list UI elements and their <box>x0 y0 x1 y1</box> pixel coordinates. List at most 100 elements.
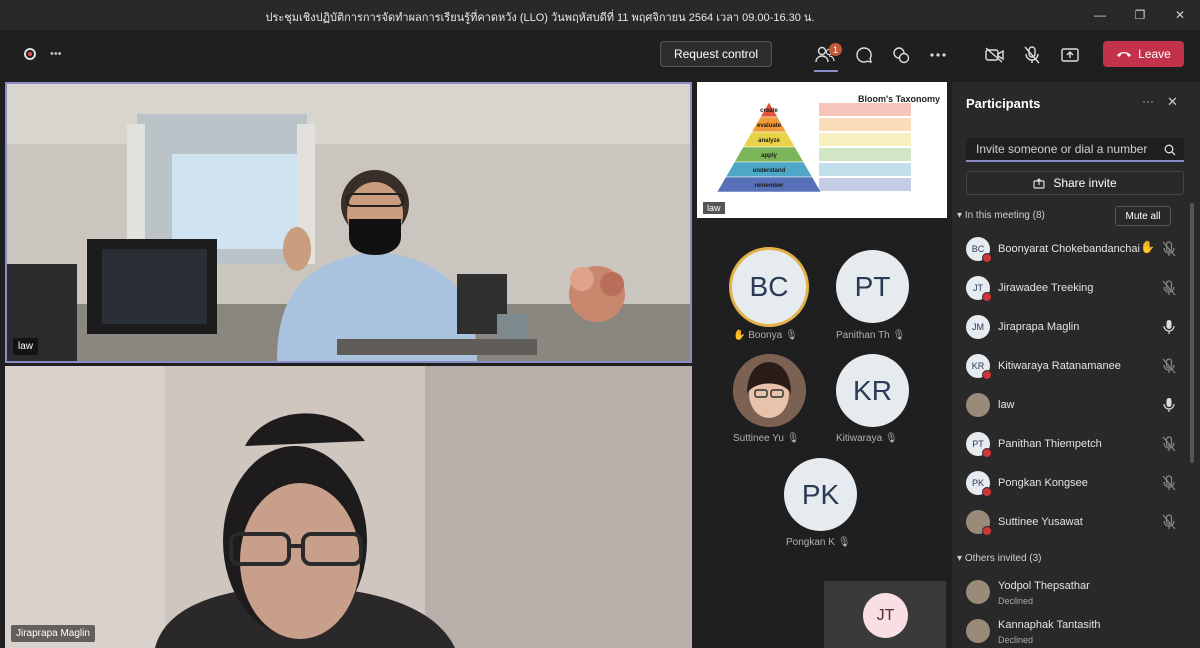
mic-on-icon <box>1162 319 1176 335</box>
recording-icon <box>24 48 36 60</box>
participant-row[interactable]: Suttinee Yusawat <box>966 506 1186 536</box>
participant-row[interactable]: KR Kitiwaraya Ratanamanee <box>966 350 1186 380</box>
participants-panel: Participants ··· ✕ Share invite ▾ In thi… <box>952 82 1200 648</box>
gallery-name-kr: Kitiwaraya 🎙 <box>836 433 898 444</box>
leave-label: Leave <box>1138 47 1171 61</box>
gallery-avatar-suttinee[interactable] <box>733 354 806 427</box>
invite-field[interactable] <box>966 138 1184 162</box>
participant-name: Panithan Thiempetch <box>998 438 1102 450</box>
gallery-name-suttinee: Suttinee Yu 🎙 <box>733 433 800 444</box>
participant-row[interactable]: PK Pongkan Kongsee <box>966 467 1186 497</box>
active-indicator <box>814 70 838 72</box>
mic-toggle-button[interactable] <box>1019 42 1045 68</box>
chat-icon <box>856 47 872 63</box>
mic-off-icon <box>1024 46 1040 64</box>
mic-off-icon: 🎙 <box>892 330 906 341</box>
slide-text-bar <box>819 103 911 116</box>
invited-row[interactable]: Kannaphak Tantasith Declined <box>966 615 1186 645</box>
maximize-button[interactable]: ❐ <box>1120 0 1160 30</box>
reactions-button[interactable] <box>888 42 914 68</box>
more-actions-button[interactable] <box>925 42 951 68</box>
invite-input[interactable] <box>966 138 1166 160</box>
pyramid-label: evaluate <box>757 123 782 129</box>
slide-text-bar <box>819 148 911 161</box>
gallery-avatar-kr[interactable]: KR <box>836 354 909 427</box>
invited-status: Declined <box>998 596 1034 606</box>
participant-row[interactable]: BC Boonyarat Chokebandanchai ✋ <box>966 233 1186 263</box>
tile-name-law: law <box>13 338 39 355</box>
share-tray-button[interactable] <box>1057 42 1083 68</box>
video-tile-law[interactable]: law <box>5 82 692 363</box>
title-bar: ประชุมเชิงปฏิบัติการการจัดทำผลการเรียนรู… <box>0 0 1200 30</box>
close-window-button[interactable]: ✕ <box>1160 0 1200 30</box>
invited-avatar <box>966 619 990 643</box>
gallery-avatar-bc[interactable]: BC <box>729 247 809 327</box>
video-frame-law <box>7 84 690 361</box>
gallery-avatar-pk[interactable]: PK <box>784 458 857 531</box>
pyramid-label: analyze <box>758 138 780 144</box>
invited-row[interactable]: Yodpol Thepsathar Declined <box>966 576 1186 606</box>
leave-button[interactable]: Leave <box>1103 41 1184 67</box>
self-preview-tile[interactable]: JT <box>824 581 946 648</box>
participant-name: law <box>998 399 1015 411</box>
video-tile-jiraprapa[interactable]: Jiraprapa Maglin <box>5 366 692 648</box>
participants-badge: 1 <box>829 43 842 56</box>
gallery-name-pt: Panithan Th 🎙 <box>836 330 906 341</box>
mic-off-icon <box>1162 436 1176 452</box>
participant-name: Suttinee Yusawat <box>998 516 1083 528</box>
mute-all-button[interactable]: Mute all <box>1115 206 1171 226</box>
slide-text-bar <box>819 178 911 191</box>
minimize-button[interactable]: — <box>1080 0 1120 30</box>
search-icon <box>1164 144 1176 156</box>
slide-title: Bloom's Taxonomy <box>858 94 940 104</box>
pyramid-label: remember <box>754 183 784 189</box>
panel-close-icon[interactable]: ✕ <box>1167 94 1178 110</box>
panel-scrollbar[interactable] <box>1190 203 1194 463</box>
participant-name: Kitiwaraya Ratanamanee <box>998 360 1121 372</box>
panel-more-icon[interactable]: ··· <box>1142 94 1154 108</box>
participant-row[interactable]: law <box>966 389 1186 419</box>
mic-off-icon <box>1162 280 1176 296</box>
gallery-name-pk: Pongkan K 🎙 <box>786 537 851 548</box>
invited-name: Kannaphak Tantasith <box>998 619 1101 631</box>
camera-off-icon <box>985 47 1004 63</box>
chevron-down-icon: ▾ <box>957 210 963 221</box>
chat-button[interactable] <box>851 42 877 68</box>
gallery-name-bc: ✋ Boonya 🎙 <box>733 330 798 341</box>
pyramid-label: create <box>760 108 778 114</box>
camera-toggle-button[interactable] <box>982 42 1008 68</box>
share-invite-button[interactable]: Share invite <box>966 171 1184 195</box>
participant-row[interactable]: JM Jiraprapa Maglin <box>966 311 1186 341</box>
participant-avatar: PT <box>966 432 992 458</box>
gallery-avatar-pt[interactable]: PT <box>836 250 909 323</box>
participant-row[interactable]: JT Jirawadee Treeking <box>966 272 1186 302</box>
video-frame-jiraprapa <box>5 366 692 648</box>
more-icon <box>930 53 946 57</box>
in-meeting-section[interactable]: ▾ In this meeting (8) <box>957 210 1045 221</box>
tile-name-jiraprapa: Jiraprapa Maglin <box>11 625 95 642</box>
slide-text-bar <box>819 163 911 176</box>
participant-avatar <box>966 393 990 417</box>
participant-avatar: PK <box>966 471 992 497</box>
mic-off-icon: 🎙 <box>786 433 800 444</box>
phone-hangup-icon <box>1117 52 1132 57</box>
share-invite-label: Share invite <box>1053 176 1117 190</box>
others-invited-section[interactable]: ▾ Others invited (3) <box>957 553 1042 564</box>
shared-content-tile[interactable]: create evaluate analyze apply understand reme… <box>697 82 947 218</box>
participant-name: Jiraprapa Maglin <box>998 321 1080 333</box>
request-control-button[interactable]: Request control <box>660 41 772 67</box>
participant-avatar: JT <box>966 276 992 302</box>
panel-title: Participants <box>966 96 1041 111</box>
participant-avatar: JM <box>966 315 990 339</box>
pyramid-label: apply <box>761 153 777 159</box>
mic-off-icon: 🎙 <box>837 537 851 548</box>
slide-text-bar <box>819 133 911 146</box>
participant-row[interactable]: PT Panithan Thiempetch <box>966 428 1186 458</box>
mic-off-icon: 🎙 <box>784 330 798 341</box>
reactions-icon <box>893 47 910 64</box>
mic-on-icon <box>1162 397 1176 413</box>
invited-status: Declined <box>998 635 1034 645</box>
mic-off-icon: 🎙 <box>884 433 898 444</box>
slide-text-bar <box>819 118 911 131</box>
mic-off-icon <box>1162 241 1176 257</box>
